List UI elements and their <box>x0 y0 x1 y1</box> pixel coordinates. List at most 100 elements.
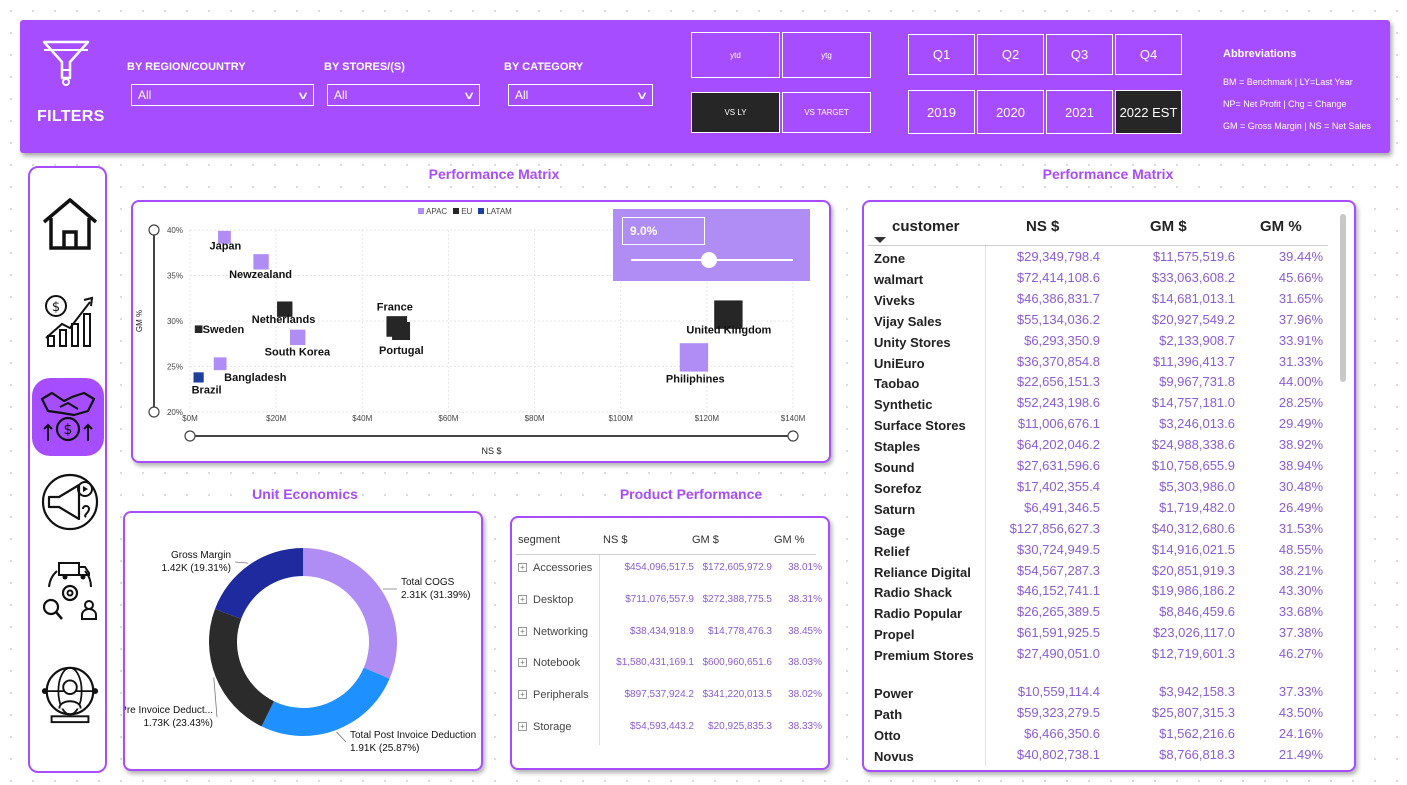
ns-cell: $72,414,108.6 <box>1016 269 1100 285</box>
donut-slice-pre-invoice-deduct[interactable] <box>209 609 274 727</box>
customer-cell: UniEuro <box>874 355 925 371</box>
gm-threshold-input[interactable]: 9.0% <box>622 217 705 245</box>
gm-pct-cell: 38.92% <box>1278 437 1323 453</box>
expand-icon[interactable]: + <box>518 658 527 668</box>
nav-home[interactable] <box>38 192 102 256</box>
ytg-button[interactable]: ytg <box>782 32 871 78</box>
table-row[interactable]: + Peripherals $897,537,924.2 $341,220,013.5… <box>512 689 828 709</box>
gm-cell: $14,916,021.5 <box>1151 541 1235 557</box>
customer-header-gmp[interactable]: GM % <box>1260 218 1302 235</box>
customer-header-gm[interactable]: GM $ <box>1150 218 1187 235</box>
year-2022-est-button[interactable]: 2022 EST <box>1115 90 1182 134</box>
table-row[interactable]: Power $10,559,114.4 $3,942,158.3 37.33% <box>864 684 1330 705</box>
customer-header-customer[interactable]: customer <box>892 218 960 235</box>
donut-slice-total-post-invoice-deduction[interactable] <box>261 667 390 736</box>
table-row[interactable]: Surface Stores $11,006,676.1 $3,246,013.6 2… <box>864 416 1330 437</box>
sort-desc-icon[interactable] <box>874 237 886 243</box>
customer-cell: Relief <box>874 543 910 559</box>
year-2020-button[interactable]: 2020 <box>977 90 1044 134</box>
table-row[interactable]: UniEuro $36,370,854.8 $11,396,413.7 31.33% <box>864 354 1330 375</box>
gm-pct-cell: 38.31% <box>788 593 822 605</box>
vs-target-button[interactable]: VS TARGET <box>782 92 871 133</box>
ytd-button[interactable]: ytd <box>691 32 780 78</box>
nav-partners[interactable]: $ <box>32 378 104 456</box>
category-dropdown[interactable]: All ∨ <box>508 84 653 106</box>
abbreviation-line: GM = Gross Margin | NS = Net Sales <box>1223 121 1371 131</box>
unit-economics-card: Total COGS 2.31K (31.39%) Total Post Invoi… <box>123 511 483 771</box>
customer-table-card: customer NS $ GM $ GM % Zone $29,349,798.… <box>862 200 1356 772</box>
year-2019-button[interactable]: 2019 <box>908 90 975 134</box>
table-row[interactable]: + Notebook $1,580,431,169.1 $600,960,651.6 3… <box>512 657 828 677</box>
table-row[interactable]: Synthetic $52,243,198.6 $14,757,181.0 28.25… <box>864 395 1330 416</box>
table-row[interactable]: + Desktop $711,076,557.9 $272,388,775.5 38.3… <box>512 594 828 614</box>
nav-global[interactable] <box>38 662 102 726</box>
table-row[interactable]: Radio Shack $46,152,741.1 $19,986,186.2 43.… <box>864 583 1330 604</box>
year-2021-button[interactable]: 2021 <box>1046 90 1113 134</box>
ns-cell: $22,656,151.3 <box>1016 374 1100 390</box>
table-row[interactable]: + Accessories $454,096,517.5 $172,605,972.9… <box>512 562 828 582</box>
expand-icon[interactable]: + <box>518 690 527 700</box>
table-row[interactable]: Path $59,323,279.5 $25,807,315.3 43.50% <box>864 705 1330 726</box>
y-tick-label: 20% <box>167 408 183 417</box>
table-row[interactable]: Sound $27,631,596.6 $10,758,655.9 38.94% <box>864 458 1330 479</box>
table-row[interactable]: Novus $40,802,738.1 $8,766,818.3 21.49% <box>864 747 1330 768</box>
q1-button[interactable]: Q1 <box>908 34 975 75</box>
table-row[interactable]: Premium Stores $27,490,051.0 $12,719,601.3… <box>864 646 1330 667</box>
region-dropdown[interactable]: All ∨ <box>131 84 314 106</box>
table-row[interactable]: walmart $72,414,108.6 $33,063,608.2 45.66% <box>864 270 1330 291</box>
table-row[interactable]: Otto $6,466,350.6 $1,562,216.6 24.16% <box>864 726 1330 747</box>
table-row[interactable]: Radio Popular $26,265,389.5 $8,846,459.6 33… <box>864 604 1330 625</box>
donut-slice-total-cogs[interactable] <box>303 548 397 679</box>
table-row[interactable]: Sage $127,856,627.3 $40,312,680.6 31.53% <box>864 521 1330 542</box>
q4-button[interactable]: Q4 <box>1115 34 1182 75</box>
expand-icon[interactable]: + <box>518 563 527 572</box>
table-row[interactable]: Vijay Sales $55,134,036.2 $20,927,549.2 37.… <box>864 312 1330 333</box>
funnel-icon <box>40 38 92 94</box>
table-row[interactable]: Relief $30,724,949.5 $14,916,021.5 48.55% <box>864 542 1330 563</box>
table-row[interactable]: Zone $29,349,798.4 $11,575,519.6 39.44% <box>864 249 1330 270</box>
expand-icon[interactable]: + <box>518 626 527 636</box>
customer-cell: walmart <box>874 271 924 287</box>
table-row[interactable]: Sorefoz $17,402,355.4 $5,303,986.0 30.48% <box>864 479 1330 500</box>
donut-slice-value: 1.91K (25.87%) <box>350 743 420 754</box>
q3-button[interactable]: Q3 <box>1046 34 1113 75</box>
table-scrollbar[interactable] <box>1340 214 1346 382</box>
table-row[interactable]: Saturn $6,491,346.5 $1,719,482.0 26.49% <box>864 500 1330 521</box>
gm-pct-cell: 26.49% <box>1278 499 1323 515</box>
table-row[interactable]: Staples $64,202,046.2 $24,988,338.6 38.92% <box>864 437 1330 458</box>
abbreviations-title: Abbreviations <box>1223 48 1297 60</box>
customer-cell: Vijay Sales <box>874 313 942 329</box>
table-row[interactable]: Taobao $22,656,151.3 $9,967,731.8 44.00% <box>864 374 1330 395</box>
table-row[interactable]: Unity Stores $6,293,350.9 $2,133,908.7 33.9… <box>864 333 1330 354</box>
nav-marketing[interactable] <box>38 470 102 534</box>
expand-icon[interactable]: + <box>518 722 527 731</box>
nav-finance[interactable]: $ <box>38 286 102 350</box>
table-row[interactable]: + Networking $38,434,918.9 $14,778,476.3 38.… <box>512 626 828 646</box>
finance-growth-icon: $ <box>45 295 94 347</box>
point-label: Portugal <box>379 345 424 357</box>
supply-chain-truck-icon <box>42 562 97 620</box>
nav-supply-chain[interactable] <box>38 560 102 624</box>
q2-button[interactable]: Q2 <box>977 34 1044 75</box>
svg-text:$: $ <box>52 300 60 315</box>
point-label: Sweden <box>203 324 245 336</box>
vs-ly-button[interactable]: VS LY <box>691 92 780 133</box>
customer-table-title: Performance Matrix <box>1042 166 1174 182</box>
table-row[interactable]: Reliance Digital $54,567,287.3 $20,851,919… <box>864 563 1330 584</box>
point-label: Netherlands <box>252 314 316 326</box>
gm-cell: $14,757,181.0 <box>1151 395 1235 411</box>
table-row[interactable]: + Storage $54,593,443.2 $20,925,835.3 38.33% <box>512 721 828 741</box>
gm-cell: $1,562,216.6 <box>1159 725 1235 741</box>
customer-cell: Viveks <box>874 292 915 308</box>
data-point-portugal <box>392 322 411 341</box>
ns-cell: $55,134,036.2 <box>1016 311 1100 327</box>
customer-header-ns[interactable]: NS $ <box>1026 218 1059 235</box>
gm-threshold-handle[interactable] <box>701 252 717 268</box>
table-row[interactable]: Viveks $46,386,831.7 $14,681,013.1 31.65% <box>864 291 1330 312</box>
customer-cell: Novus <box>874 748 914 764</box>
x-range-handle-right <box>787 430 799 442</box>
stores-dropdown[interactable]: All ∨ <box>327 84 480 106</box>
expand-icon[interactable]: + <box>518 594 527 604</box>
customer-cell: Sage <box>874 522 906 538</box>
table-row[interactable]: Propel $61,591,925.5 $23,026,117.0 37.38% <box>864 625 1330 646</box>
